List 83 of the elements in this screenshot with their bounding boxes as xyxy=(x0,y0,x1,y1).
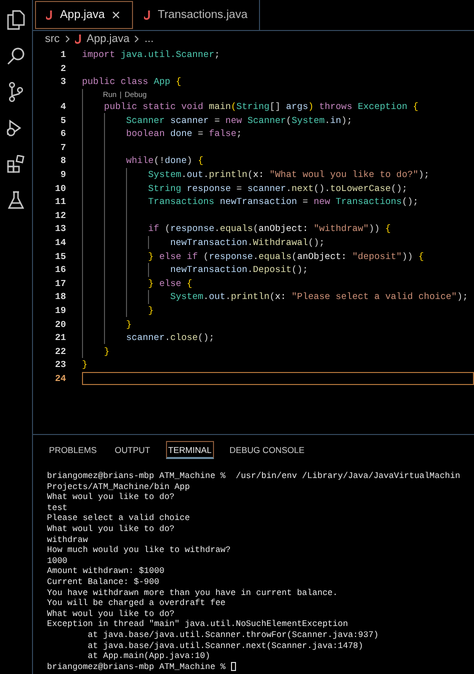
editor-tab[interactable]: Transactions.java xyxy=(134,0,260,30)
code-line: if (response.equals(anObject: "withdraw")) { xyxy=(147,223,391,234)
code-line: boolean done = false; xyxy=(125,128,242,140)
terminal-line: test xyxy=(47,502,68,514)
line-number: 8 xyxy=(59,155,66,166)
chevron-icon xyxy=(64,35,70,43)
line-number: 23 xyxy=(54,359,66,370)
code-line: } xyxy=(125,318,132,330)
line-number: 3 xyxy=(59,76,66,88)
terminal-line: at java.base/java.util.Scanner.throwFor(Scanner.java:937) xyxy=(86,630,379,640)
java-file-icon xyxy=(74,34,82,44)
terminal-line: What woul you like to do? xyxy=(47,608,175,620)
line-number: 22 xyxy=(54,346,66,357)
code-line: } xyxy=(147,304,154,316)
panel-tab[interactable]: PROBLEMS xyxy=(47,441,99,458)
terminal-line: You have withdrawn more than you have in current balance. xyxy=(47,588,338,598)
source-control-icon[interactable] xyxy=(8,82,24,102)
extensions-icon[interactable] xyxy=(7,155,25,173)
terminal-line: briangomez@brians-mbp ATM_Machine % xyxy=(47,662,226,672)
terminal-line: briangomez@brians-mbp ATM_Machine % /usr/bin/env /Library/Java/JavaVirtualMachin xyxy=(47,471,460,482)
line-number: 1 xyxy=(59,49,66,60)
terminal-line: Please select a valid choice xyxy=(47,513,190,524)
code-line: scanner.close(); xyxy=(125,332,214,344)
code-line: while(!done) { xyxy=(125,155,204,166)
flask-icon[interactable] xyxy=(8,191,24,209)
code-line: newTransaction.Withdrawal(); xyxy=(169,237,325,248)
terminal-line: at App.main(App.java:10) xyxy=(86,651,210,662)
line-number: 11 xyxy=(54,196,66,208)
terminal-line: What woul you like to do? xyxy=(47,524,175,535)
terminal-line: withdraw xyxy=(47,534,88,546)
line-number: 15 xyxy=(54,250,66,262)
search-icon[interactable] xyxy=(7,47,25,65)
terminal-line: 1000 xyxy=(47,556,68,566)
terminal-line: Amount withdrawn: $1000 xyxy=(47,566,164,577)
code-line: System.out.println(x: "Please select a valid choice"); xyxy=(169,291,468,302)
code-line: import java.util.Scanner; xyxy=(82,49,220,60)
line-number: 14 xyxy=(54,237,66,248)
panel-tab[interactable]: TERMINAL xyxy=(166,441,214,459)
code-line: } xyxy=(82,359,88,370)
line-number: 7 xyxy=(59,142,66,153)
code-line: } else { xyxy=(147,278,192,289)
line-number: 9 xyxy=(59,169,66,180)
line-number: 6 xyxy=(59,128,66,140)
line-number: 12 xyxy=(54,210,66,221)
code-line: } else if (response.equals(anObject: "deposit")) { xyxy=(147,250,424,262)
line-number: 19 xyxy=(54,304,66,316)
panel-tab[interactable]: OUTPUT xyxy=(112,441,152,458)
code-line: newTransaction.Deposit(); xyxy=(169,264,308,276)
editor-tab[interactable]: App.java xyxy=(35,1,133,29)
chevron-icon xyxy=(134,35,140,43)
files-icon[interactable] xyxy=(7,10,25,30)
code-line: System.out.println(x: "What woul you like to do?"); xyxy=(147,169,430,180)
code-line: String response = scanner.next().toLowerCase(); xyxy=(147,182,408,194)
line-number: 21 xyxy=(54,332,66,344)
code-line: Transactions newTransaction = new Transactions(); xyxy=(147,196,418,208)
line-number: 13 xyxy=(54,223,66,234)
code-line: } xyxy=(103,346,110,357)
code-line: Scanner scanner = new Scanner(System.in); xyxy=(125,114,352,126)
line-number: 2 xyxy=(59,62,66,74)
terminal-line: How much would you like to withdraw? xyxy=(47,545,231,556)
code-line: public class App { xyxy=(82,76,182,88)
terminal-line: Current Balance: $-900 xyxy=(47,576,160,588)
breadcrumb-item[interactable]: src xyxy=(45,33,60,45)
line-number: 5 xyxy=(59,114,66,126)
code-line: public static void main(String[] args) throws Exception { xyxy=(103,101,418,112)
line-number: 18 xyxy=(54,291,66,302)
line-number: 24 xyxy=(54,372,66,384)
terminal-line: Exception in thread "main" java.util.NoSuchElementException xyxy=(47,619,348,630)
terminal-line: What woul you like to do? xyxy=(47,492,175,503)
java-file-icon xyxy=(46,10,53,20)
line-number: 10 xyxy=(54,182,66,194)
breadcrumb-item[interactable]: ... xyxy=(144,33,154,45)
java-file-icon xyxy=(144,10,151,20)
terminal-line: You will be charged a overdraft fee xyxy=(47,598,226,609)
line-number: 4 xyxy=(59,101,66,112)
terminal-line: at java.base/java.util.Scanner.next(Scanner.java:1478) xyxy=(86,640,364,652)
line-number: 17 xyxy=(54,278,66,289)
close-icon[interactable] xyxy=(112,11,120,19)
terminal-line: Projects/ATM_Machine/bin App xyxy=(47,482,190,492)
line-number: 16 xyxy=(54,264,66,276)
breadcrumb-item[interactable]: App.java xyxy=(86,33,130,45)
panel-tab[interactable]: DEBUG CONSOLE xyxy=(228,441,307,458)
line-number: 20 xyxy=(54,318,66,330)
